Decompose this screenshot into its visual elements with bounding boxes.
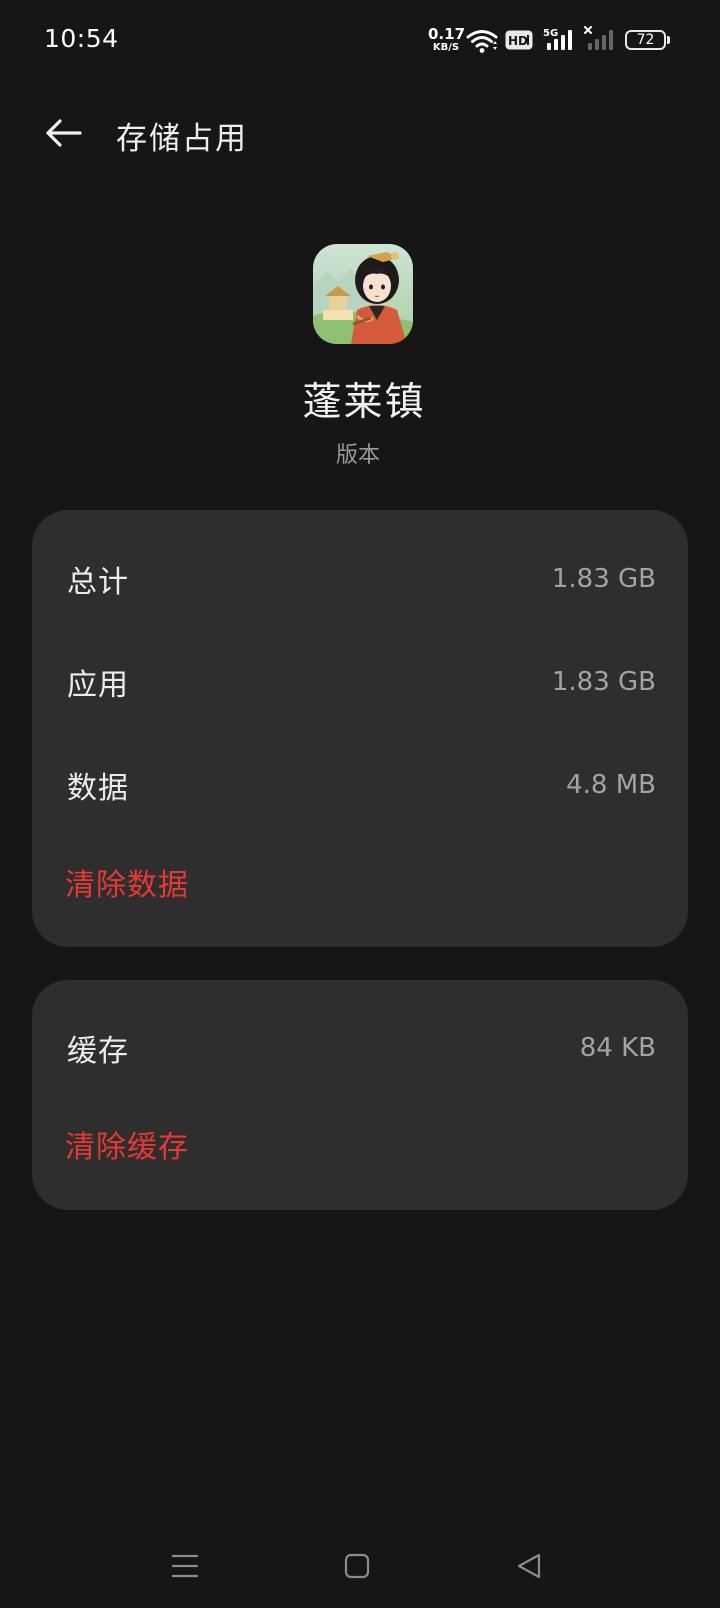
row-value: 84 KB xyxy=(579,1033,656,1063)
nav-home-button[interactable] xyxy=(327,1544,387,1588)
signal-5g-icon: 5G xyxy=(543,28,572,50)
hd-label: HD xyxy=(508,34,528,48)
status-bar: 10:54 0.17 KB/S HD 5G 72 xyxy=(0,0,720,84)
row-label: 缓存 xyxy=(67,1034,129,1069)
page-title: 存储占用 xyxy=(116,121,248,157)
row-label: 数据 xyxy=(67,771,129,806)
wifi-icon xyxy=(466,30,498,53)
row-value: 4.8 MB xyxy=(566,770,656,800)
arrow-left-icon xyxy=(46,119,82,147)
app-version-label: 版本 xyxy=(335,443,380,468)
app-icon xyxy=(313,244,413,344)
back-triangle-icon xyxy=(517,1553,541,1579)
network-speed-unit: KB/S xyxy=(432,42,460,53)
hd-icon: HD xyxy=(505,30,533,50)
clear-data-button[interactable]: 清除数据 xyxy=(65,860,189,904)
app-icon-illustration xyxy=(313,244,413,344)
menu-icon xyxy=(171,1554,199,1578)
row-label: 应用 xyxy=(67,668,129,703)
status-time: 10:54 xyxy=(44,24,119,53)
network-speed-value: 0.17 xyxy=(428,25,466,43)
nav-back-button[interactable] xyxy=(499,1544,559,1588)
nav-menu-button[interactable] xyxy=(155,1544,215,1588)
row-label: 总计 xyxy=(67,565,129,600)
signal-2-icon xyxy=(584,26,613,50)
clear-cache-button[interactable]: 清除缓存 xyxy=(65,1122,189,1166)
storage-row-app: 应用 1.83 GB xyxy=(67,657,656,707)
cache-card: 缓存 84 KB 清除缓存 xyxy=(32,980,688,1210)
storage-row-data: 数据 4.8 MB xyxy=(67,760,656,810)
row-value: 1.83 GB xyxy=(551,667,656,697)
network-speed: 0.17 KB/S xyxy=(428,25,466,53)
home-icon xyxy=(344,1553,370,1579)
back-button[interactable] xyxy=(36,108,92,158)
storage-card: 总计 1.83 GB 应用 1.83 GB 数据 4.8 MB 清除数据 xyxy=(32,510,688,947)
cache-row: 缓存 84 KB xyxy=(67,1023,656,1073)
storage-row-total: 总计 1.83 GB xyxy=(67,554,656,604)
battery-icon: 72 xyxy=(625,30,666,50)
row-value: 1.83 GB xyxy=(551,564,656,594)
battery-tip xyxy=(667,36,670,44)
app-name: 蓬莱镇 xyxy=(302,380,426,425)
battery-level: 72 xyxy=(636,32,655,48)
network-type-label: 5G xyxy=(543,28,558,39)
